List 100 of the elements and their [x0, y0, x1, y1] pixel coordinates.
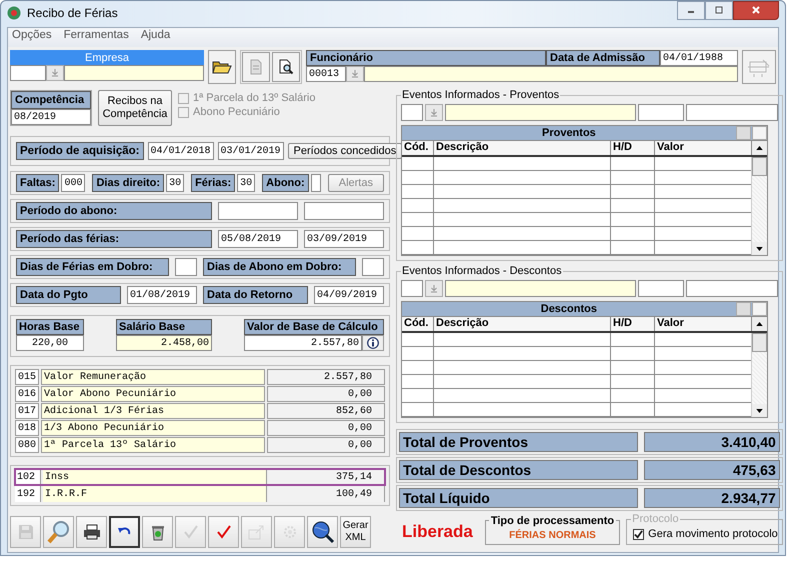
total-value: 475,63 — [644, 460, 780, 480]
date-field[interactable]: 03/01/2019 — [218, 142, 284, 160]
deduction-row[interactable]: 192 I.R.R.F 100,49 — [15, 486, 385, 502]
date-field[interactable] — [218, 202, 298, 220]
dropdown-button[interactable] — [46, 65, 64, 81]
document-search-button[interactable] — [272, 52, 300, 82]
event-value-cell: 2.557,80 — [267, 369, 385, 385]
group-title: Protocolo — [631, 513, 680, 525]
event-hours-field[interactable] — [638, 104, 684, 121]
printer-icon — [82, 524, 100, 540]
event-code-field[interactable] — [401, 104, 423, 121]
dropdown-button[interactable] — [346, 66, 364, 82]
scroll-up-button[interactable] — [752, 317, 767, 331]
down-arrow-icon — [51, 69, 59, 77]
column-header[interactable]: Descrição — [434, 317, 611, 331]
event-code-cell: 018 — [15, 420, 39, 436]
receipts-button[interactable]: Recibos na Competência — [98, 90, 172, 126]
date-field[interactable]: 01/08/2019 — [127, 286, 197, 304]
double-days-field[interactable] — [175, 258, 197, 276]
scroll-up-button[interactable] — [752, 141, 767, 155]
event-value-field[interactable] — [686, 280, 778, 297]
date-field[interactable]: 04/01/2018 — [148, 142, 214, 160]
event-description-cell: Valor Remuneração — [41, 369, 265, 385]
column-header[interactable]: Descrição — [434, 141, 611, 155]
info-button[interactable] — [362, 335, 384, 351]
period-label: Período das férias: — [16, 230, 212, 248]
check-icon — [216, 525, 230, 539]
base-value-field[interactable]: 2.458,00 — [116, 335, 212, 351]
event-value-field[interactable] — [686, 104, 778, 121]
base-label: Valor de Base de Cálculo — [244, 319, 384, 335]
column-header[interactable]: H/D — [611, 141, 655, 155]
count-field[interactable]: 30 — [237, 174, 256, 192]
minimize-button[interactable] — [677, 1, 705, 20]
total-value: 2.934,77 — [644, 488, 780, 508]
granted-periods-button[interactable]: Períodos concedidos — [288, 143, 402, 159]
date-field[interactable]: 03/09/2019 — [304, 230, 384, 248]
menu-item[interactable]: Ajuda — [140, 29, 170, 46]
checkbox-label: Abono Pecuniário — [193, 106, 280, 118]
maximize-icon — [714, 5, 724, 15]
window-title: Recibo de Férias — [27, 6, 119, 20]
double-days-field[interactable] — [362, 258, 384, 276]
company-header: Empresa — [10, 50, 204, 65]
event-name-field[interactable] — [445, 280, 636, 297]
toolbar-button[interactable] — [142, 516, 173, 548]
toolbar-button[interactable] — [109, 516, 140, 548]
employee-code-field[interactable]: 00013 — [306, 66, 346, 82]
base-value-field[interactable]: 220,00 — [16, 335, 84, 351]
event-code-field[interactable] — [401, 280, 423, 297]
down-arrow-icon — [756, 408, 763, 412]
base-value-field[interactable]: 2.557,80 — [244, 335, 362, 351]
close-icon — [751, 5, 761, 15]
count-field[interactable] — [310, 174, 321, 192]
competence-label: Competência — [11, 91, 91, 109]
close-button[interactable] — [733, 1, 779, 20]
date-field[interactable] — [304, 202, 384, 220]
total-value: 3.410,40 — [644, 432, 780, 452]
date-label: Data do Pgto — [16, 286, 121, 304]
maximize-button[interactable] — [705, 1, 733, 20]
employee-name-field[interactable] — [364, 66, 738, 82]
document-search-icon — [278, 59, 294, 75]
scrollbar[interactable] — [750, 333, 767, 417]
column-header[interactable]: H/D — [611, 317, 655, 331]
event-value-cell: 852,60 — [267, 403, 385, 419]
machine-button[interactable] — [742, 50, 776, 84]
scroll-thumb[interactable] — [752, 157, 767, 176]
event-code-cell: 192 — [15, 486, 41, 502]
toolbar-button[interactable] — [307, 516, 338, 548]
company-code-field[interactable] — [10, 65, 46, 81]
event-description-cell: 1/3 Abono Pecuniário — [41, 420, 265, 436]
scroll-thumb[interactable] — [752, 333, 767, 352]
deduction-row[interactable]: 102 Inss 375,14 — [15, 469, 385, 485]
down-arrow-icon — [351, 70, 359, 78]
checkbox[interactable] — [633, 528, 644, 540]
date-field[interactable]: 04/09/2019 — [314, 286, 384, 304]
folder-icon — [212, 59, 232, 75]
processing-type-value: FÉRIAS NORMAIS — [509, 530, 596, 540]
dropdown-button[interactable] — [425, 280, 443, 297]
menu-item[interactable]: Opções — [12, 29, 52, 46]
count-field[interactable]: 30 — [166, 174, 184, 192]
total-label: Total de Proventos — [399, 432, 638, 452]
count-label: Dias direito: — [92, 174, 164, 192]
open-folder-button[interactable] — [208, 50, 236, 84]
employee-header: Funcionário — [306, 50, 546, 66]
date-field[interactable]: 05/08/2019 — [218, 230, 298, 248]
event-name-field[interactable] — [445, 104, 636, 121]
double-days-label: Dias de Férias em Dobro: — [16, 258, 169, 276]
dropdown-button[interactable] — [425, 104, 443, 121]
menu-item[interactable]: Ferramentas — [64, 29, 129, 46]
search-icon — [46, 520, 70, 544]
company-name-field[interactable] — [64, 65, 204, 81]
admission-date-field[interactable]: 04/01/1988 — [660, 50, 738, 66]
scrollbar[interactable] — [750, 157, 767, 255]
generate-xml-button[interactable]: Gerar XML — [340, 516, 371, 548]
event-hours-field[interactable] — [638, 280, 684, 297]
count-field[interactable]: 000 — [61, 174, 86, 192]
check-icon — [184, 525, 198, 539]
column-header[interactable]: Cód. — [402, 141, 434, 155]
competence-field[interactable]: 08/2019 — [11, 109, 91, 125]
toolbar-button[interactable] — [76, 516, 107, 548]
column-header[interactable]: Cód. — [402, 317, 434, 331]
